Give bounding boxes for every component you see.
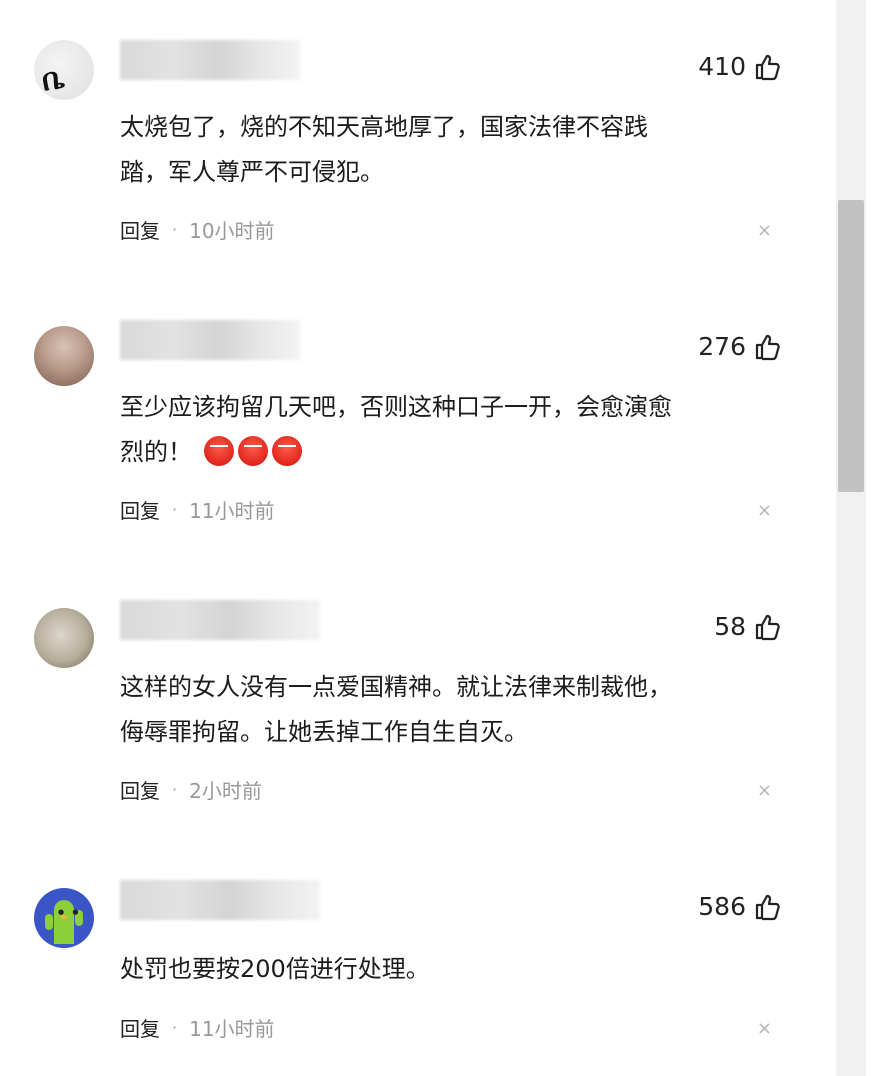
reply-button[interactable]: 回复: [120, 775, 160, 804]
comment-meta: 回复 · 10小时前: [120, 215, 275, 244]
thumbs-up-icon: [754, 893, 782, 921]
username-blurred[interactable]: [120, 320, 300, 360]
timestamp: 2小时前: [189, 779, 262, 803]
timestamp: 11小时前: [189, 1017, 275, 1041]
avatar[interactable]: [34, 608, 94, 668]
cactus-icon: [45, 900, 83, 944]
comment-text-line: 处罚也要按200倍进行处理。: [120, 955, 430, 983]
like-button[interactable]: 58: [714, 612, 782, 641]
avatar[interactable]: ቤ: [34, 40, 94, 100]
comment-item: ቤ 410 太烧包了，烧的不知天高地厚了，国家法律不容践 踏，军人尊严不可侵犯。…: [0, 40, 830, 270]
comment-text-line: 侮辱罪拘留。让她丢掉工作自生自灭。: [120, 718, 528, 746]
comment-meta: 回复 · 11小时前: [120, 1013, 275, 1042]
timestamp: 10小时前: [189, 219, 275, 243]
like-count: 410: [698, 52, 746, 81]
thumbs-up-icon: [754, 333, 782, 361]
timestamp: 11小时前: [189, 499, 275, 523]
like-button[interactable]: 410: [698, 52, 782, 81]
close-icon[interactable]: ×: [757, 1018, 772, 1039]
comment-item: ● ● 586 处罚也要按200倍进行处理。 回复 · 11小时前 ×: [0, 880, 830, 1070]
like-button[interactable]: 276: [698, 332, 782, 361]
username-blurred[interactable]: [120, 40, 300, 80]
beak-icon: [61, 915, 67, 919]
like-count: 58: [714, 612, 746, 641]
comment-item: 58 这样的女人没有一点爱国精神。就让法律来制裁他， 侮辱罪拘留。让她丢掉工作自…: [0, 600, 830, 830]
comment-text-line: 踏，军人尊严不可侵犯。: [120, 158, 384, 186]
comment-text-fragment: 烈的！: [120, 438, 192, 466]
separator-dot: ·: [172, 500, 178, 519]
comment-text-line: 这样的女人没有一点爱国精神。就让法律来制裁他，: [120, 673, 672, 701]
angry-face-icon: [237, 436, 268, 466]
avatar[interactable]: ● ●: [34, 888, 94, 948]
comment-item: 276 至少应该拘留几天吧，否则这种口子一开，会愈演愈 烈的！ 回复 · 11小…: [0, 320, 830, 550]
comment-text: 处罚也要按200倍进行处理。: [120, 947, 770, 992]
username-blurred[interactable]: [120, 600, 320, 640]
like-count: 276: [698, 332, 746, 361]
comment-text: 太烧包了，烧的不知天高地厚了，国家法律不容践 踏，军人尊严不可侵犯。: [120, 105, 770, 195]
angry-face-icon: [203, 436, 234, 466]
close-icon[interactable]: ×: [757, 220, 772, 241]
comment-meta: 回复 · 11小时前: [120, 495, 275, 524]
comment-text-line: 烈的！: [120, 430, 770, 475]
reply-button[interactable]: 回复: [120, 1013, 160, 1042]
comment-meta: 回复 · 2小时前: [120, 775, 262, 804]
separator-dot: ·: [172, 220, 178, 239]
separator-dot: ·: [172, 1018, 178, 1037]
username-blurred[interactable]: [120, 880, 320, 920]
avatar-scribble-icon: ቤ: [39, 60, 68, 99]
scrollbar-track[interactable]: [836, 0, 866, 1076]
angry-face-icon: [271, 436, 302, 466]
thumbs-up-icon: [754, 53, 782, 81]
thumbs-up-icon: [754, 613, 782, 641]
comment-text: 至少应该拘留几天吧，否则这种口子一开，会愈演愈 烈的！: [120, 385, 770, 475]
comment-text-line: 至少应该拘留几天吧，否则这种口子一开，会愈演愈: [120, 393, 672, 421]
close-icon[interactable]: ×: [757, 780, 772, 801]
close-icon[interactable]: ×: [757, 500, 772, 521]
reply-button[interactable]: 回复: [120, 495, 160, 524]
comment-text: 这样的女人没有一点爱国精神。就让法律来制裁他， 侮辱罪拘留。让她丢掉工作自生自灭…: [120, 665, 770, 755]
avatar[interactable]: [34, 326, 94, 386]
reply-button[interactable]: 回复: [120, 215, 160, 244]
comment-text-line: 太烧包了，烧的不知天高地厚了，国家法律不容践: [120, 113, 648, 141]
like-count: 586: [698, 892, 746, 921]
like-button[interactable]: 586: [698, 892, 782, 921]
scrollbar-thumb[interactable]: [838, 200, 864, 492]
separator-dot: ·: [172, 780, 178, 799]
